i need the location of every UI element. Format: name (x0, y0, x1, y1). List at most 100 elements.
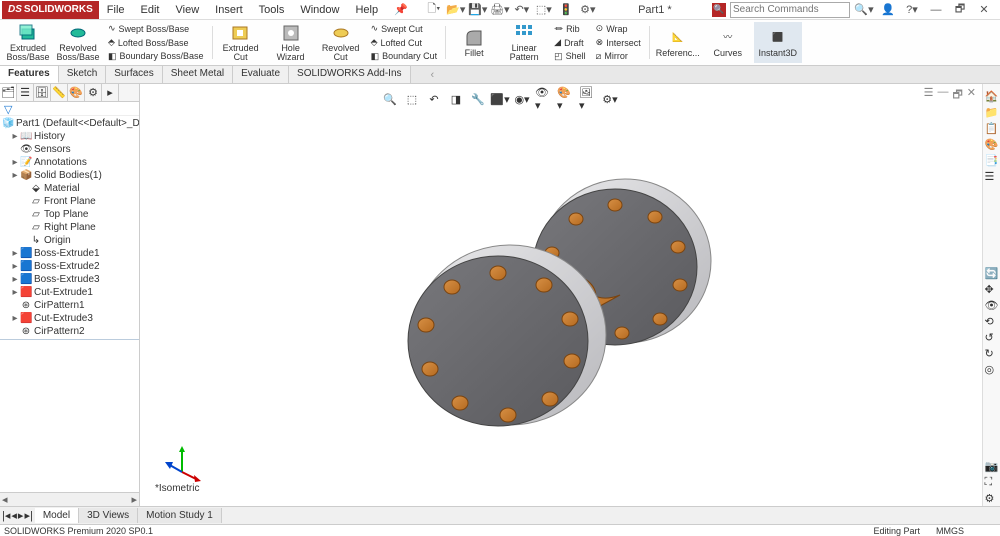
section-view-icon[interactable]: ◨ (447, 90, 465, 108)
reset-icon[interactable]: ⟲ (985, 315, 999, 329)
appearances-icon[interactable]: 🎨 (985, 138, 999, 152)
user-icon[interactable]: 👤 (878, 2, 898, 18)
extruded-cut-button[interactable]: Extruded Cut (217, 22, 265, 63)
tree-item[interactable]: ⊛CirPattern1 (0, 299, 139, 312)
expand-icon[interactable]: ▸ (10, 274, 20, 285)
gfx-max-icon[interactable]: 🗗 (952, 86, 962, 105)
pushpin-icon[interactable]: 📌 (386, 1, 416, 18)
boundary-boss-button[interactable]: ◧Boundary Boss/Base (106, 49, 206, 63)
gfx-close-icon[interactable]: ✕ (967, 86, 976, 105)
lofted-cut-button[interactable]: ⬘Lofted Cut (369, 36, 440, 50)
graphics-area[interactable]: ☰ — 🗗 ✕ (140, 84, 980, 506)
expand-icon[interactable]: ▸ (10, 287, 20, 298)
minimize-icon[interactable]: — (926, 2, 946, 18)
dynamic-annot-icon[interactable]: 🔧 (469, 90, 487, 108)
reference-geometry-button[interactable]: 📐Referenc... (654, 22, 702, 63)
forum-icon[interactable]: ☰ (985, 170, 999, 184)
apply-scene-icon[interactable]: 🖼▾ (579, 90, 597, 108)
revolved-boss-button[interactable]: Revolved Boss/Base (54, 22, 102, 63)
settings-icon[interactable]: ⚙ (985, 492, 999, 506)
property-manager-tab[interactable]: ☰ (17, 84, 34, 101)
expand-icon[interactable]: ▸ (10, 157, 20, 168)
shell-button[interactable]: ◰Shell (552, 49, 588, 63)
fullscreen-icon[interactable]: ⛶ (985, 476, 999, 490)
rib-button[interactable]: ⏛Rib (552, 22, 588, 36)
tree-item[interactable]: ⊛CirPattern2 (0, 325, 139, 338)
tree-item[interactable]: ⬙Material (0, 182, 139, 195)
tree-root[interactable]: 🧊Part1 (Default<<Default>_Display S (0, 117, 139, 130)
mirror-button[interactable]: ⧄Mirror (594, 49, 643, 63)
tree-item[interactable]: ▱Front Plane (0, 195, 139, 208)
tree-item[interactable]: ▸🟥Cut-Extrude1 (0, 286, 139, 299)
tree-item[interactable]: ▸📖History (0, 130, 139, 143)
undo-icon[interactable]: ↶▾ (512, 2, 532, 18)
expand-icon[interactable]: ▸ (10, 261, 20, 272)
draft-button[interactable]: ◢Draft (552, 36, 588, 50)
menu-window[interactable]: Window (292, 2, 347, 18)
cam-manager-tab[interactable]: ⚙ (85, 84, 102, 101)
tab-last-icon[interactable]: ▸| (24, 509, 32, 522)
dimxpert-manager-tab[interactable]: 📏 (51, 84, 68, 101)
tree-item[interactable]: ▸🟥Cut-Extrude3 (0, 312, 139, 325)
menu-view[interactable]: View (168, 2, 208, 18)
menu-help[interactable]: Help (347, 2, 386, 18)
tree-item[interactable]: ▸🟦Boss-Extrude2 (0, 260, 139, 273)
status-units[interactable]: MMGS (936, 526, 964, 536)
expand-icon[interactable]: ▸ (10, 248, 20, 259)
options-icon[interactable]: ⚙▾ (578, 2, 598, 18)
manager-overflow[interactable]: ▸ (102, 84, 119, 101)
new-icon[interactable]: 🗋▾ (424, 2, 444, 18)
open-icon[interactable]: 📂▾ (446, 2, 466, 18)
expand-icon[interactable]: ▸ (10, 170, 20, 181)
search-go-icon[interactable]: 🔍▾ (854, 2, 874, 18)
ftab-sheet-metal[interactable]: Sheet Metal (163, 66, 233, 83)
tree-item[interactable]: ↳Origin (0, 234, 139, 247)
ftab-evaluate[interactable]: Evaluate (233, 66, 289, 83)
tree-item[interactable]: ▱Right Plane (0, 221, 139, 234)
curves-button[interactable]: 〰Curves (704, 22, 752, 63)
linear-pattern-button[interactable]: Linear Pattern (500, 22, 548, 63)
tab-first-icon[interactable]: |◂ (2, 509, 10, 522)
view-settings-icon[interactable]: ⚙▾ (601, 90, 619, 108)
tree-item[interactable]: 👁Sensors (0, 143, 139, 156)
camera-icon[interactable]: 📷 (985, 460, 999, 474)
menu-file[interactable]: File (99, 2, 133, 18)
configuration-manager-tab[interactable]: 🗄 (34, 84, 51, 101)
ftab-sketch[interactable]: Sketch (59, 66, 107, 83)
views-icon[interactable]: 👁 (985, 299, 999, 313)
tree-scroll[interactable]: ◂▸ (0, 492, 139, 506)
menu-edit[interactable]: Edit (133, 2, 168, 18)
3d-views-tab[interactable]: 3D Views (79, 508, 138, 523)
lofted-boss-button[interactable]: ⬘Lofted Boss/Base (106, 36, 206, 50)
redo-view-icon[interactable]: ↻ (985, 347, 999, 361)
zoom-area-icon[interactable]: ⬚ (403, 90, 421, 108)
gfx-min-icon[interactable]: — (937, 86, 948, 105)
pan-view-icon[interactable]: ✥ (985, 283, 999, 297)
fillet-button[interactable]: Fillet (450, 22, 498, 63)
revolved-cut-button[interactable]: Revolved Cut (317, 22, 365, 63)
help-icon[interactable]: ?▾ (902, 2, 922, 18)
select-icon[interactable]: ⬚▾ (534, 2, 554, 18)
save-icon[interactable]: 💾▾ (468, 2, 488, 18)
rebuild-icon[interactable]: 🚦 (556, 2, 576, 18)
tree-filter-icon[interactable]: ▽ (0, 102, 139, 116)
properties-icon[interactable]: 📋 (985, 122, 999, 136)
swept-cut-button[interactable]: ∿Swept Cut (369, 22, 440, 36)
edit-appear-icon[interactable]: 🎨▾ (557, 90, 575, 108)
swept-boss-button[interactable]: ∿Swept Boss/Base (106, 22, 206, 36)
menu-insert[interactable]: Insert (207, 2, 251, 18)
rotate-view-icon[interactable]: 🔄 (985, 267, 999, 281)
tree-item[interactable]: ▸📦Solid Bodies(1) (0, 169, 139, 182)
gfx-menu-icon[interactable]: ☰ (924, 86, 934, 105)
restore-icon[interactable]: 🗗 (950, 2, 970, 18)
hide-show-icon[interactable]: 👁▾ (535, 90, 553, 108)
search-commands-input[interactable] (730, 2, 850, 18)
expand-icon[interactable]: ▸ (10, 313, 20, 324)
tree-item[interactable]: ▱Top Plane (0, 208, 139, 221)
feature-manager-tab[interactable]: 🗂 (0, 84, 17, 101)
model-tab[interactable]: Model (35, 508, 79, 523)
tree-item[interactable]: ▸🟦Boss-Extrude1 (0, 247, 139, 260)
ftab-features[interactable]: Features (0, 66, 59, 83)
menu-tools[interactable]: Tools (251, 2, 293, 18)
view-orient-icon[interactable]: ⬛▾ (491, 90, 509, 108)
